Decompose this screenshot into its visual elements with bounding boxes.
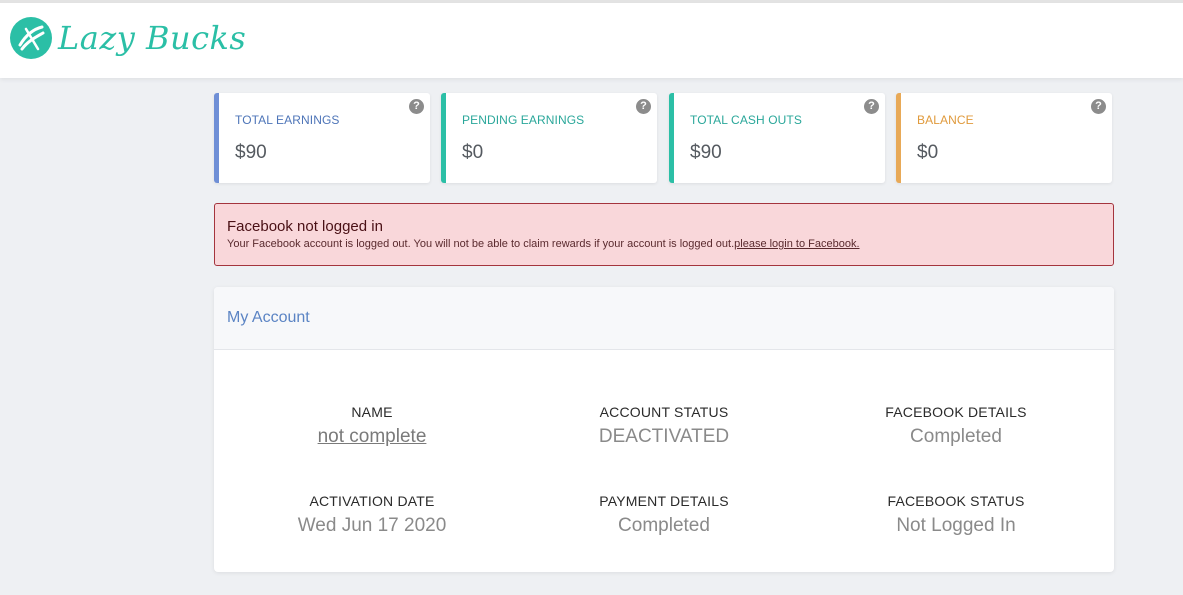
card-pending-earnings: PENDING EARNINGS $0 ?	[441, 93, 657, 183]
facebook-login-link[interactable]: please login to Facebook.	[734, 238, 859, 250]
field-value: Wed Jun 17 2020	[297, 515, 447, 536]
facebook-alert: Facebook not logged in Your Facebook acc…	[214, 203, 1114, 266]
alert-message: Your Facebook account is logged out. You…	[227, 238, 860, 250]
card-label: TOTAL EARNINGS	[235, 113, 340, 127]
lazy-bucks-logo-icon	[10, 17, 52, 59]
field-label: FACEBOOK DETAILS	[885, 404, 1027, 420]
field-label: PAYMENT DETAILS	[599, 493, 729, 509]
card-label: BALANCE	[917, 113, 974, 127]
card-total-cash-outs: TOTAL CASH OUTS $90 ?	[669, 93, 885, 183]
help-icon[interactable]: ?	[1091, 99, 1106, 114]
card-value: $90	[690, 142, 722, 163]
field-value: Not Logged In	[896, 515, 1016, 536]
alert-message-text: Your Facebook account is logged out. You…	[227, 238, 735, 250]
my-account-header: My Account	[214, 287, 1114, 350]
field-value: Completed	[910, 426, 1002, 447]
card-value: $0	[462, 142, 484, 163]
card-label: TOTAL CASH OUTS	[690, 113, 802, 127]
alert-title: Facebook not logged in	[227, 218, 383, 235]
card-balance: BALANCE $0 ?	[896, 93, 1112, 183]
card-total-earnings: TOTAL EARNINGS $90 ?	[214, 93, 430, 183]
field-name: NAME not complete	[222, 404, 522, 448]
field-activation-date: ACTIVATION DATE Wed Jun 17 2020	[222, 493, 522, 537]
field-label: FACEBOOK STATUS	[887, 493, 1025, 509]
field-facebook-details: FACEBOOK DETAILS Completed	[806, 404, 1106, 448]
help-icon[interactable]: ?	[636, 99, 651, 114]
field-facebook-status: FACEBOOK STATUS Not Logged In	[806, 493, 1106, 537]
card-value: $90	[235, 142, 267, 163]
stat-cards: TOTAL EARNINGS $90 ? PENDING EARNINGS $0…	[214, 93, 1114, 183]
field-label: ACTIVATION DATE	[309, 493, 435, 509]
card-label: PENDING EARNINGS	[462, 113, 585, 127]
help-icon[interactable]: ?	[409, 99, 424, 114]
field-value: Completed	[618, 515, 710, 536]
name-link[interactable]: not complete	[222, 426, 522, 448]
field-payment-details: PAYMENT DETAILS Completed	[514, 493, 814, 537]
brand-name: Lazy Bucks	[58, 19, 247, 57]
field-account-status: ACCOUNT STATUS DEACTIVATED	[514, 404, 814, 448]
field-label: NAME	[351, 404, 393, 420]
help-icon[interactable]: ?	[864, 99, 879, 114]
logo[interactable]: Lazy Bucks	[8, 15, 246, 61]
my-account-panel: My Account NAME not complete ACCOUNT STA…	[214, 287, 1114, 572]
header: Lazy Bucks	[0, 3, 1183, 78]
card-value: $0	[917, 142, 939, 163]
field-value: DEACTIVATED	[598, 426, 730, 447]
field-label: ACCOUNT STATUS	[599, 404, 729, 420]
my-account-title: My Account	[227, 309, 310, 326]
